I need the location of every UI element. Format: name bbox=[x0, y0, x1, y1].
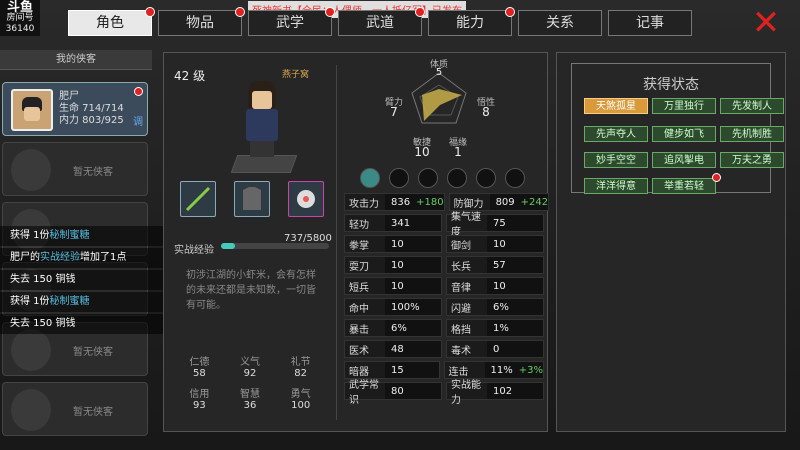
tab-ability[interactable]: 能力 bbox=[428, 7, 515, 36]
notification-dot bbox=[235, 7, 245, 17]
tab-relations[interactable]: 关系 bbox=[518, 10, 602, 36]
log-line: 失去 150 铜钱 bbox=[0, 314, 170, 334]
stat-cell: 攻击力 836 +180 bbox=[344, 193, 445, 211]
gem-slot[interactable] bbox=[360, 168, 380, 188]
tab-role[interactable]: 角色 bbox=[68, 7, 155, 36]
status-panel: 获得状态 天煞孤星 万里独行 先发制人 先声夺人 健步如飞 先机制胜 妙手空空 … bbox=[556, 52, 786, 432]
status-tag[interactable]: 先发制人 bbox=[720, 98, 784, 114]
attribute-radar: 体质 5 臂力 7 悟性 8 敏捷 10 福缘 1 bbox=[374, 57, 504, 167]
combat-stats: 攻击力 836 +180 防御力 809 +242 轻功 341 集气速度 75 拳掌 10 御剑 10 耍… bbox=[344, 193, 550, 406]
tab-martial-way[interactable]: 武道 bbox=[338, 7, 425, 36]
gem-slot[interactable] bbox=[505, 168, 525, 188]
stat-row: 命中 100% 闪避 6% bbox=[344, 298, 544, 316]
hero-tag[interactable]: 调 bbox=[133, 113, 143, 128]
stat-row: 武学常识 80 实战能力 102 bbox=[344, 380, 544, 406]
stat-cell: 闪避 6% bbox=[446, 298, 544, 316]
stat-cell: 拳掌 10 bbox=[344, 235, 442, 253]
notification-dot bbox=[145, 7, 155, 17]
exp-bar bbox=[221, 243, 329, 249]
gem-slot[interactable] bbox=[389, 168, 409, 188]
status-tag[interactable]: 追风掣电 bbox=[652, 152, 716, 168]
stat-cell: 武学常识 80 bbox=[344, 380, 442, 406]
gem-slots bbox=[360, 168, 525, 188]
status-tag[interactable]: 举重若轻 bbox=[652, 173, 721, 194]
empty-slot[interactable]: 暂无侠客 bbox=[2, 142, 148, 196]
stat-cell: 御剑 10 bbox=[446, 235, 544, 253]
stat-row: 暴击 6% 格挡 1% bbox=[344, 319, 544, 337]
character-panel: 42 级 燕子窝 实战经验 737/5800 初涉江湖的小虾米，会有怎样的未来还… bbox=[163, 52, 550, 432]
flower-icon bbox=[297, 190, 315, 208]
close-icon[interactable]: ✕ bbox=[750, 6, 782, 40]
staff-icon bbox=[185, 186, 211, 212]
status-tag[interactable]: 妙手空空 bbox=[584, 152, 648, 168]
stat-cell: 实战能力 102 bbox=[446, 380, 544, 406]
stat-cell: 集气速度 75 bbox=[446, 212, 544, 238]
notification-dot bbox=[134, 87, 143, 96]
accessory-slot[interactable] bbox=[288, 181, 324, 217]
status-tag[interactable]: 先声夺人 bbox=[584, 126, 648, 142]
stat-cell: 轻功 341 bbox=[344, 214, 442, 232]
gem-slot[interactable] bbox=[418, 168, 438, 188]
stat-row: 拳掌 10 御剑 10 bbox=[344, 235, 544, 253]
stat-row: 轻功 341 集气速度 75 bbox=[344, 212, 544, 238]
stat-cell: 音律 10 bbox=[446, 277, 544, 295]
status-tag[interactable]: 先机制胜 bbox=[720, 126, 784, 142]
stat-row: 攻击力 836 +180 防御力 809 +242 bbox=[344, 193, 550, 211]
exp-label: 实战经验 bbox=[174, 245, 214, 256]
stat-cell: 格挡 1% bbox=[446, 319, 544, 337]
empty-slot[interactable]: 暂无侠客 bbox=[2, 382, 148, 436]
gem-slot[interactable] bbox=[447, 168, 467, 188]
stat-cell: 长兵 57 bbox=[446, 256, 544, 274]
tab-bar: 角色 物品 武学 武道 能力 关系 记事 bbox=[68, 7, 692, 36]
sidebar-title: 我的侠客 bbox=[0, 50, 152, 70]
character-sprite bbox=[224, 77, 304, 177]
armor-icon bbox=[243, 187, 261, 210]
tab-journal[interactable]: 记事 bbox=[608, 10, 692, 36]
status-tag[interactable]: 健步如飞 bbox=[652, 126, 716, 142]
armor-slot[interactable] bbox=[234, 181, 270, 217]
status-tag[interactable]: 洋洋得意 bbox=[584, 178, 648, 194]
stat-row: 短兵 10 音律 10 bbox=[344, 277, 544, 295]
stat-row: 医术 48 毒术 0 bbox=[344, 340, 544, 358]
virtue-attributes: 仁德 58 义气 92 礼节 82 信用 93 智慧 36 勇气 100 bbox=[189, 357, 311, 411]
stat-row: 耍刀 10 长兵 57 bbox=[344, 256, 544, 274]
stat-cell: 耍刀 10 bbox=[344, 256, 442, 274]
stat-cell: 毒术 0 bbox=[446, 340, 544, 358]
status-tag[interactable]: 万里独行 bbox=[652, 98, 716, 114]
stat-cell: 医术 48 bbox=[344, 340, 442, 358]
notification-dot bbox=[712, 173, 721, 182]
game-screen: 斗鱼 房间号 36140 死神新书【全民：人偶师，一人抵亿军】已发布 角色 物品… bbox=[0, 0, 800, 450]
stat-cell: 暴击 6% bbox=[344, 319, 442, 337]
avatar bbox=[11, 89, 53, 131]
level-label: 42 级 bbox=[174, 69, 206, 83]
stat-cell: 命中 100% bbox=[344, 298, 442, 316]
stream-logo: 斗鱼 房间号 36140 bbox=[0, 0, 40, 36]
status-tag[interactable]: 万夫之勇 bbox=[720, 152, 784, 168]
weapon-slot[interactable] bbox=[180, 181, 216, 217]
gem-slot[interactable] bbox=[476, 168, 496, 188]
notification-dot bbox=[415, 7, 425, 17]
message-log: 获得 1份秘制蜜糖 肥尸的实战经验增加了1点 失去 150 铜钱 获得 1份秘制… bbox=[0, 226, 170, 336]
tab-martial-arts[interactable]: 武学 bbox=[248, 7, 335, 36]
log-line: 失去 150 铜钱 bbox=[0, 270, 170, 290]
status-title: 获得状态 bbox=[643, 77, 699, 93]
stat-cell: 短兵 10 bbox=[344, 277, 442, 295]
notification-dot bbox=[505, 7, 515, 17]
character-description: 初涉江湖的小虾米，会有怎样的未来还都是未知数，一切皆有可能。 bbox=[186, 270, 316, 311]
status-box: 获得状态 天煞孤星 万里独行 先发制人 先声夺人 健步如飞 先机制胜 妙手空空 … bbox=[571, 63, 784, 194]
hero-card[interactable]: 肥尸 生命 714/714 内力 803/925 调 bbox=[2, 82, 148, 136]
log-line: 肥尸的实战经验增加了1点 bbox=[0, 248, 170, 268]
status-tag[interactable]: 天煞孤星 bbox=[584, 98, 648, 114]
tab-items[interactable]: 物品 bbox=[158, 7, 245, 36]
log-line: 获得 1份秘制蜜糖 bbox=[0, 292, 170, 312]
notification-dot bbox=[325, 7, 335, 17]
hero-mp: 内力 803/925 bbox=[59, 115, 124, 126]
log-line: 获得 1份秘制蜜糖 bbox=[0, 226, 170, 246]
